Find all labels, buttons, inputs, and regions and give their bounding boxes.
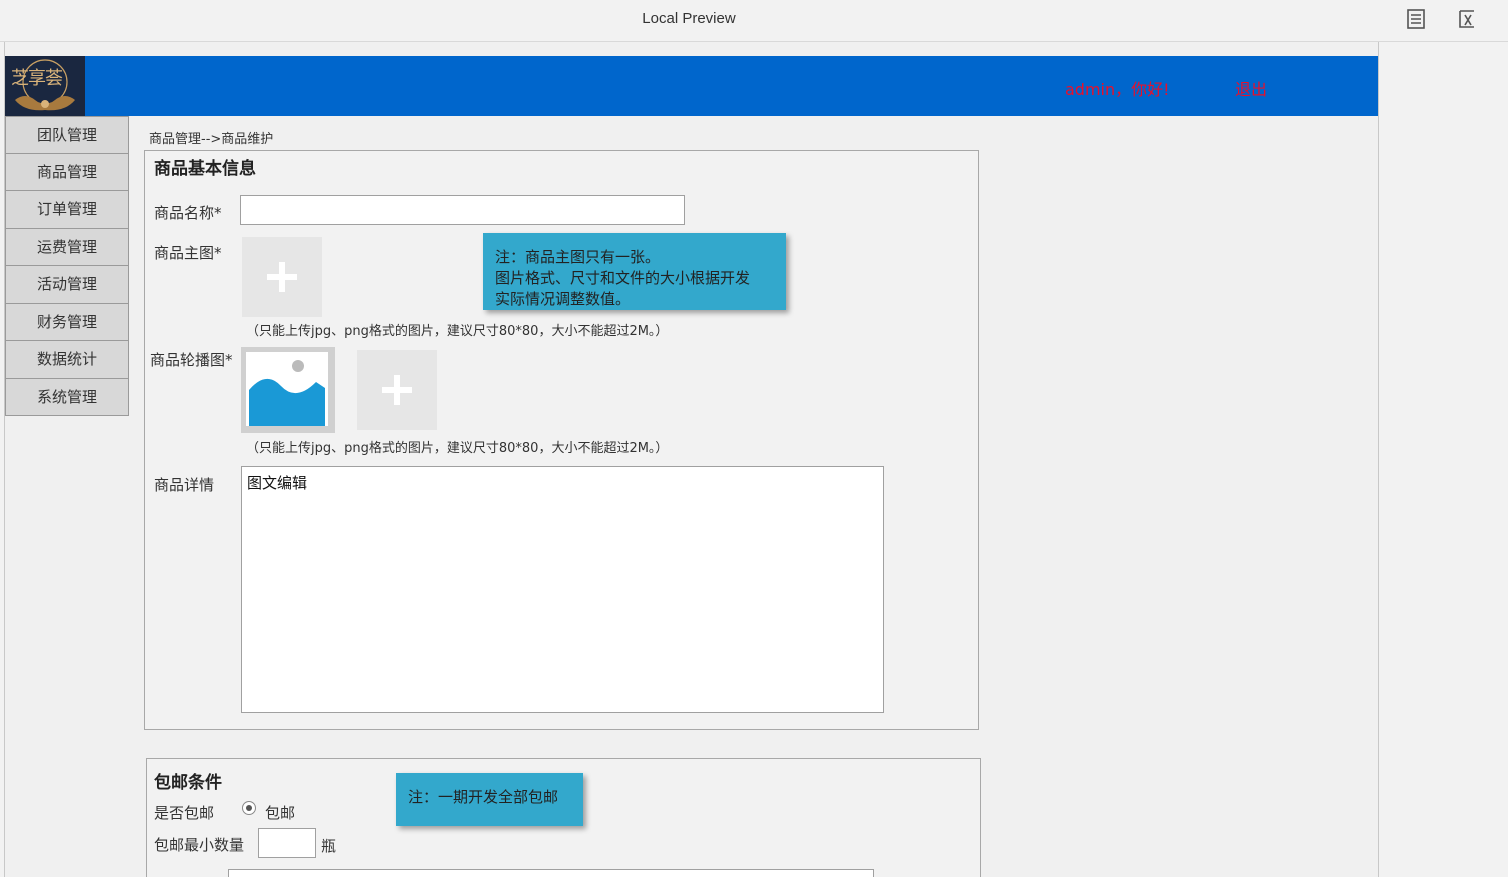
quantity-unit: 瓶 bbox=[321, 837, 337, 855]
window-title: Local Preview bbox=[642, 10, 736, 27]
carousel-label: 商品轮播图* bbox=[150, 351, 233, 369]
min-quantity-label: 包邮最小数量 bbox=[154, 836, 245, 854]
plus-icon bbox=[267, 262, 297, 292]
logo-text: 芝享荟 bbox=[11, 68, 63, 89]
plus-icon bbox=[382, 375, 412, 405]
shipping-panel: 包邮条件 是否包邮 包邮 包邮最小数量 瓶 注：一期开发全部包邮 bbox=[146, 758, 981, 877]
main-image-label: 商品主图* bbox=[154, 244, 222, 262]
sidebar-item-activities[interactable]: 活动管理 bbox=[5, 266, 129, 304]
free-shipping-radio[interactable] bbox=[242, 801, 256, 815]
shipping-note: 注：一期开发全部包邮 bbox=[396, 773, 583, 826]
main-image-note: 注：商品主图只有一张。 图片格式、尺寸和文件的大小根据开发 实际情况调整数值。 bbox=[483, 233, 786, 310]
document-icon[interactable] bbox=[1405, 8, 1427, 30]
free-shipping-option: 包邮 bbox=[265, 804, 296, 822]
sidebar-item-shipping-fee[interactable]: 运费管理 bbox=[5, 228, 129, 266]
sidebar-item-team[interactable]: 团队管理 bbox=[5, 116, 129, 154]
sidebar-item-statistics[interactable]: 数据统计 bbox=[5, 341, 129, 379]
product-name-input[interactable] bbox=[240, 195, 685, 225]
greeting-text: admin，你好! bbox=[1065, 80, 1170, 99]
sidebar-item-finance[interactable]: 财务管理 bbox=[5, 303, 129, 341]
carousel-hint: （只能上传jpg、png格式的图片，建议尺寸80*80，大小不能超过2M。） bbox=[246, 441, 669, 456]
breadcrumb: 商品管理-->商品维护 bbox=[149, 132, 274, 147]
main-image-upload[interactable] bbox=[242, 237, 322, 317]
basic-info-panel: 商品基本信息 商品名称* 商品主图* （只能上传jpg、png格式的图片，建议尺… bbox=[144, 150, 979, 730]
product-detail-label: 商品详情 bbox=[154, 476, 215, 494]
image-icon bbox=[249, 360, 325, 426]
basic-info-title: 商品基本信息 bbox=[154, 159, 256, 179]
note-line: 注：商品主图只有一张。 bbox=[495, 248, 661, 266]
sidebar: 团队管理 商品管理 订单管理 运费管理 活动管理 财务管理 数据统计 系统管理 bbox=[5, 116, 129, 416]
main-image-hint: （只能上传jpg、png格式的图片，建议尺寸80*80，大小不能超过2M。） bbox=[246, 324, 669, 339]
logo: 芝享荟 bbox=[5, 56, 85, 116]
note-line: 图片格式、尺寸和文件的大小根据开发 bbox=[495, 269, 751, 287]
product-detail-editor[interactable]: 图文编辑 bbox=[241, 466, 884, 713]
sidebar-item-orders[interactable]: 订单管理 bbox=[5, 191, 129, 229]
top-header: 芝享荟 admin，你好! 退出 bbox=[5, 56, 1378, 116]
shipping-region-input[interactable] bbox=[228, 869, 874, 877]
free-shipping-label: 是否包邮 bbox=[154, 804, 215, 822]
carousel-image-thumb[interactable] bbox=[241, 347, 335, 433]
page: 芝享荟 admin，你好! 退出 团队管理 商品管理 订单管理 运费管理 活动管… bbox=[4, 42, 1379, 877]
sidebar-item-system[interactable]: 系统管理 bbox=[5, 378, 129, 416]
window-titlebar: Local Preview bbox=[0, 0, 1508, 42]
product-name-label: 商品名称* bbox=[154, 204, 222, 222]
editor-placeholder: 图文编辑 bbox=[247, 474, 308, 492]
sidebar-item-products[interactable]: 商品管理 bbox=[5, 153, 129, 191]
shipping-title: 包邮条件 bbox=[154, 773, 222, 793]
note-line: 实际情况调整数值。 bbox=[495, 290, 631, 308]
variable-icon[interactable] bbox=[1456, 8, 1478, 30]
logout-link[interactable]: 退出 bbox=[1235, 76, 1267, 100]
carousel-image-upload[interactable] bbox=[357, 350, 437, 430]
min-quantity-input[interactable] bbox=[258, 828, 316, 858]
